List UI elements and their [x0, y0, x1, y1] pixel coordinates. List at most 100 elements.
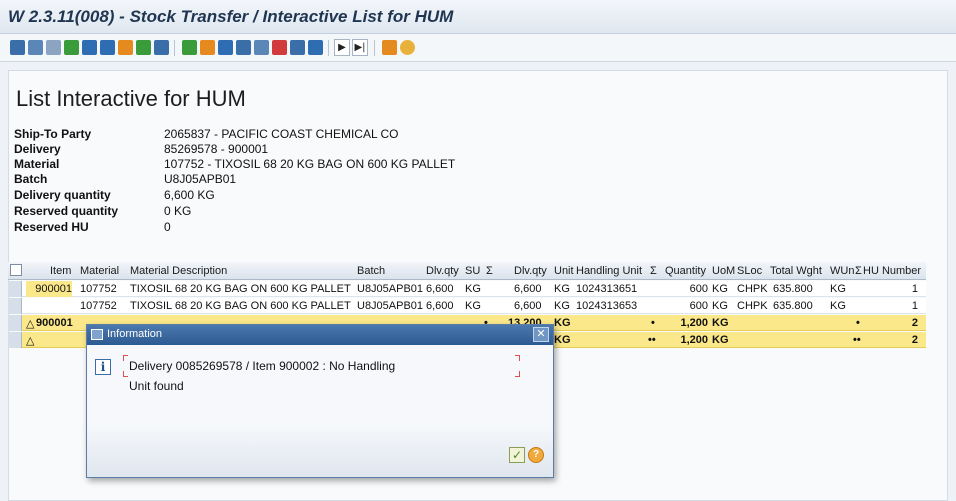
filter-icon[interactable]: [82, 40, 97, 55]
view-icon[interactable]: [136, 40, 151, 55]
cell-uom: KG: [712, 300, 728, 312]
cell-dlvqty2: 6,600: [514, 283, 542, 295]
field-value: 0: [164, 220, 171, 234]
cell-unit: KG: [554, 283, 570, 295]
column-header[interactable]: SLoc: [737, 265, 762, 277]
help-button[interactable]: ?: [528, 447, 544, 463]
field-label: Reserved quantity: [14, 204, 119, 218]
cell-description: TIXOSIL 68 20 KG BAG ON 600 KG PALLET: [130, 300, 351, 312]
refresh-icon[interactable]: [400, 40, 415, 55]
cell-dlvqty: 6,600: [426, 283, 454, 295]
cell-material: 107752: [80, 300, 117, 312]
cell-unit: KG: [554, 317, 571, 329]
row-selector[interactable]: [8, 332, 22, 348]
export-icon[interactable]: [154, 40, 169, 55]
detail-icon[interactable]: [28, 40, 43, 55]
layout-icon[interactable]: [46, 40, 61, 55]
layout-change-icon[interactable]: [308, 40, 323, 55]
toolbar-separator: [374, 40, 375, 56]
column-header[interactable]: Batch: [357, 265, 385, 277]
search-icon[interactable]: [10, 40, 25, 55]
cell-dlvqty: 6,600: [426, 300, 454, 312]
cell-total-weight: 635.800: [773, 300, 813, 312]
print-icon[interactable]: [236, 40, 251, 55]
cell-handling-unit: 1024313651: [576, 283, 638, 295]
filter-set-icon[interactable]: [100, 40, 115, 55]
field-value: U8J05APB01: [164, 172, 237, 186]
select-icon[interactable]: [290, 40, 305, 55]
confirm-button[interactable]: ✓: [509, 447, 525, 463]
table-row[interactable]: 900001 107752 TIXOSIL 68 20 KG BAG ON 60…: [8, 281, 926, 297]
column-header[interactable]: Material Description: [130, 265, 227, 277]
column-header[interactable]: SU: [465, 265, 480, 277]
table-row[interactable]: 107752 TIXOSIL 68 20 KG BAG ON 600 KG PA…: [8, 298, 926, 314]
column-header[interactable]: Dlv.qty: [426, 265, 459, 277]
field-label: Batch: [14, 172, 48, 186]
column-header[interactable]: Σ: [855, 265, 862, 277]
cell-unit: KG: [554, 300, 570, 312]
column-header[interactable]: Σ: [650, 265, 657, 277]
next-icon[interactable]: ▶: [334, 39, 350, 56]
local-file-icon[interactable]: [200, 40, 215, 55]
cell-uom: KG: [712, 283, 728, 295]
mail-icon[interactable]: [218, 40, 233, 55]
column-header[interactable]: Dlv.qty: [514, 265, 547, 277]
row-selector[interactable]: [8, 298, 22, 314]
page-title: List Interactive for HUM: [16, 86, 246, 111]
cell-quantity: 600: [689, 283, 708, 295]
field-label: Delivery: [14, 142, 61, 156]
graphic-icon[interactable]: [272, 40, 287, 55]
cell-item: 900001: [26, 281, 72, 297]
total-icon: △: [26, 335, 35, 347]
column-header[interactable]: Σ: [486, 265, 493, 277]
row-selector[interactable]: [8, 315, 22, 331]
column-header[interactable]: Total Wght: [770, 265, 822, 277]
field-value: 2065837 - PACIFIC COAST CHEMICAL CO: [164, 127, 399, 141]
cell-batch: U8J05APB01: [357, 300, 424, 312]
last-icon[interactable]: ▶|: [352, 39, 368, 56]
cell-hu-number: 1: [911, 300, 918, 312]
cell-material: 107752: [80, 283, 117, 295]
column-header[interactable]: UoM: [712, 265, 735, 277]
information-dialog: Information ✕ i Delivery 0085269578 / It…: [86, 324, 554, 478]
subtotal-marker: •: [651, 317, 655, 329]
dialog-title-bar: Information ✕: [87, 325, 553, 345]
tools-icon[interactable]: [382, 40, 397, 55]
field-value: 6,600 KG: [164, 188, 215, 202]
column-header[interactable]: Handling Unit: [576, 265, 642, 277]
column-header[interactable]: Quantity: [665, 265, 706, 277]
cell-sloc: CHPK: [737, 300, 768, 312]
close-button[interactable]: ✕: [533, 327, 549, 342]
grid-icon[interactable]: [118, 40, 133, 55]
toolbar-separator: [328, 40, 329, 56]
column-header[interactable]: HU Number: [863, 265, 921, 277]
application-toolbar: ▶ ▶|: [0, 34, 956, 62]
cell-wun: KG: [830, 283, 846, 295]
cell-total-weight: 635.800: [773, 283, 813, 295]
message-text: Delivery 0085269578 / Item 900002 : No H…: [129, 359, 396, 373]
dialog-footer: ✓ ?: [87, 425, 553, 477]
field-value: 85269578 - 900001: [164, 142, 269, 156]
window-icon: [91, 329, 103, 340]
info-icon: i: [95, 359, 111, 375]
column-header[interactable]: Material: [80, 265, 119, 277]
selection-bracket: [123, 371, 128, 377]
column-header[interactable]: WUn: [830, 265, 854, 277]
subtotal-icon: △: [26, 318, 35, 330]
title-bar: W 2.3.11(008) - Stock Transfer / Interac…: [0, 0, 956, 34]
row-selector[interactable]: [8, 281, 22, 297]
spreadsheet-icon[interactable]: [182, 40, 197, 55]
grid-header-row: Item Material Material Description Batch…: [8, 262, 926, 280]
field-label: Delivery quantity: [14, 188, 111, 202]
abc-icon[interactable]: [254, 40, 269, 55]
cell-description: TIXOSIL 68 20 KG BAG ON 600 KG PALLET: [130, 283, 351, 295]
window-title: W 2.3.11(008) - Stock Transfer / Interac…: [8, 7, 454, 26]
sort-asc-icon[interactable]: [64, 40, 79, 55]
select-all-icon[interactable]: [10, 264, 22, 276]
cell-batch: U8J05APB01: [357, 283, 424, 295]
cell-handling-unit: 1024313653: [576, 300, 638, 312]
column-header[interactable]: Unit: [554, 265, 574, 277]
cell-hu-number: 2: [911, 317, 918, 329]
toolbar-separator: [174, 40, 175, 56]
column-header[interactable]: Item: [50, 265, 71, 277]
